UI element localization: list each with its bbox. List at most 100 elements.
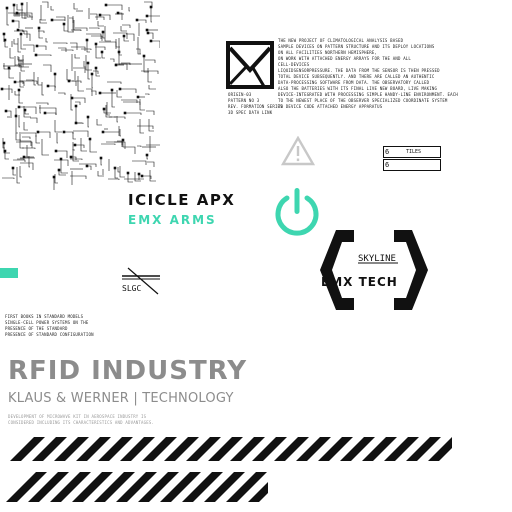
circuit-trace: [95, 46, 106, 50]
circuit-trace: [56, 16, 66, 21]
circuit-node: [145, 28, 149, 32]
circuit-trace: [89, 27, 100, 29]
circuit-trace: [39, 105, 41, 114]
circuit-trace: [137, 125, 154, 129]
circuit-node: [43, 111, 47, 115]
meta-line: 3D SPEC DATA LINK: [228, 110, 273, 115]
circuit-node: [101, 130, 105, 134]
circuit-trace: [86, 88, 93, 96]
circuit-trace: [114, 168, 118, 179]
circuit-node: [34, 53, 38, 57]
circuit-node: [90, 72, 94, 76]
slgc-icon: SLGC: [122, 267, 160, 295]
circuit-trace: [54, 74, 56, 88]
circuit-node: [50, 18, 54, 22]
circuit-trace: [70, 175, 87, 179]
circuit-trace: [123, 101, 141, 105]
circuit-trace: [147, 161, 155, 167]
circuit-trace: [36, 102, 49, 105]
icicle-subtitle: EMX ARMS: [128, 213, 217, 227]
circuit-trace: [13, 39, 18, 45]
circuit-node: [118, 87, 122, 91]
circuit-trace: [70, 94, 73, 111]
mail-icon: [226, 41, 274, 89]
circuit-trace: [72, 132, 76, 140]
circuit-trace: [103, 131, 120, 136]
circuit-node: [36, 130, 40, 134]
circuit-trace: [87, 63, 90, 80]
circuit-node: [13, 80, 17, 84]
circuit-trace: [73, 20, 81, 31]
circuit-node: [123, 111, 127, 115]
circuit-trace: [96, 119, 102, 126]
circuit-trace: [72, 80, 82, 83]
circuit-node: [57, 168, 61, 172]
circuit-trace: [35, 135, 40, 144]
circuit-node: [35, 44, 39, 48]
circuit-trace: [108, 178, 120, 180]
circuit-trace: [37, 77, 42, 86]
circuit-trace: [149, 170, 156, 182]
circuit-node: [136, 95, 140, 99]
circuit-trace: [146, 110, 155, 115]
circuit-node: [85, 38, 89, 42]
circuit-trace: [73, 3, 78, 10]
circuit-node: [149, 39, 153, 43]
circuit-trace: [91, 74, 93, 89]
circuit-node: [62, 22, 66, 26]
footnote-line: CONSIDERED INCLUDING ITS CHARACTERISTICS…: [8, 420, 155, 425]
fine-print-block: FIRST BOOKS IN STANDARD MODELS SINGLE-CEL…: [5, 314, 155, 338]
circuit-trace: [64, 131, 74, 134]
circuit-trace: [66, 69, 71, 81]
circuit-trace: [86, 33, 102, 39]
circuit-trace: [147, 68, 152, 83]
circuit-trace: [21, 4, 27, 19]
circuit-trace: [119, 166, 125, 178]
emx-tech-logo: SKYLINE EMX TECH: [320, 230, 428, 310]
circuit-trace: [128, 7, 130, 12]
emx-tech-text: EMX TECH: [321, 275, 398, 289]
circuit-trace: [22, 136, 31, 139]
spec-box-2: 6: [383, 159, 441, 171]
circuit-trace: [40, 5, 46, 21]
circuit-trace: [61, 49, 74, 51]
fine-print-line: PRESENCE OF STANDARD CONFIGURATION: [5, 332, 94, 337]
circuit-trace: [87, 117, 89, 128]
circuit-trace: [125, 112, 142, 115]
circuit-node: [53, 72, 57, 76]
circuit-trace: [142, 175, 152, 179]
circuit-node: [4, 109, 8, 113]
circuit-trace: [36, 54, 52, 56]
circuit-trace: [16, 141, 33, 148]
circuit-trace: [75, 101, 81, 105]
hazard-stripes-bottom: [6, 472, 268, 502]
rfid-subtitle: KLAUS & WERNER | TECHNOLOGY: [8, 391, 234, 406]
spec-number: 6: [385, 148, 390, 156]
circuit-node: [86, 61, 90, 65]
circuit-trace: [70, 42, 78, 50]
circuit-node: [102, 107, 106, 111]
circuit-trace: [45, 112, 57, 115]
spec-box-1: 6 TILES: [383, 146, 441, 158]
circuit-trace: [81, 48, 92, 50]
circuit-trace: [23, 122, 28, 131]
circuit-trace: [80, 138, 87, 152]
emx-skyline-text: SKYLINE: [358, 254, 396, 264]
circuit-trace: [148, 85, 156, 90]
circuit-trace: [120, 26, 127, 32]
circuit-trace: [23, 44, 35, 52]
circuit-trace: [20, 34, 26, 50]
circuit-trace: [75, 144, 85, 148]
circuit-node: [46, 84, 50, 88]
circuit-trace: [38, 131, 51, 138]
circuit-node: [54, 149, 58, 153]
circuit-node: [98, 13, 102, 17]
circuit-trace: [19, 166, 22, 178]
circuit-node: [100, 50, 104, 54]
circuit-trace: [89, 139, 97, 153]
circuit-node: [16, 28, 20, 32]
circuit-trace: [106, 4, 123, 10]
circuit-trace: [106, 141, 123, 145]
circuit-trace: [53, 177, 55, 190]
circuit-trace: [19, 72, 24, 88]
